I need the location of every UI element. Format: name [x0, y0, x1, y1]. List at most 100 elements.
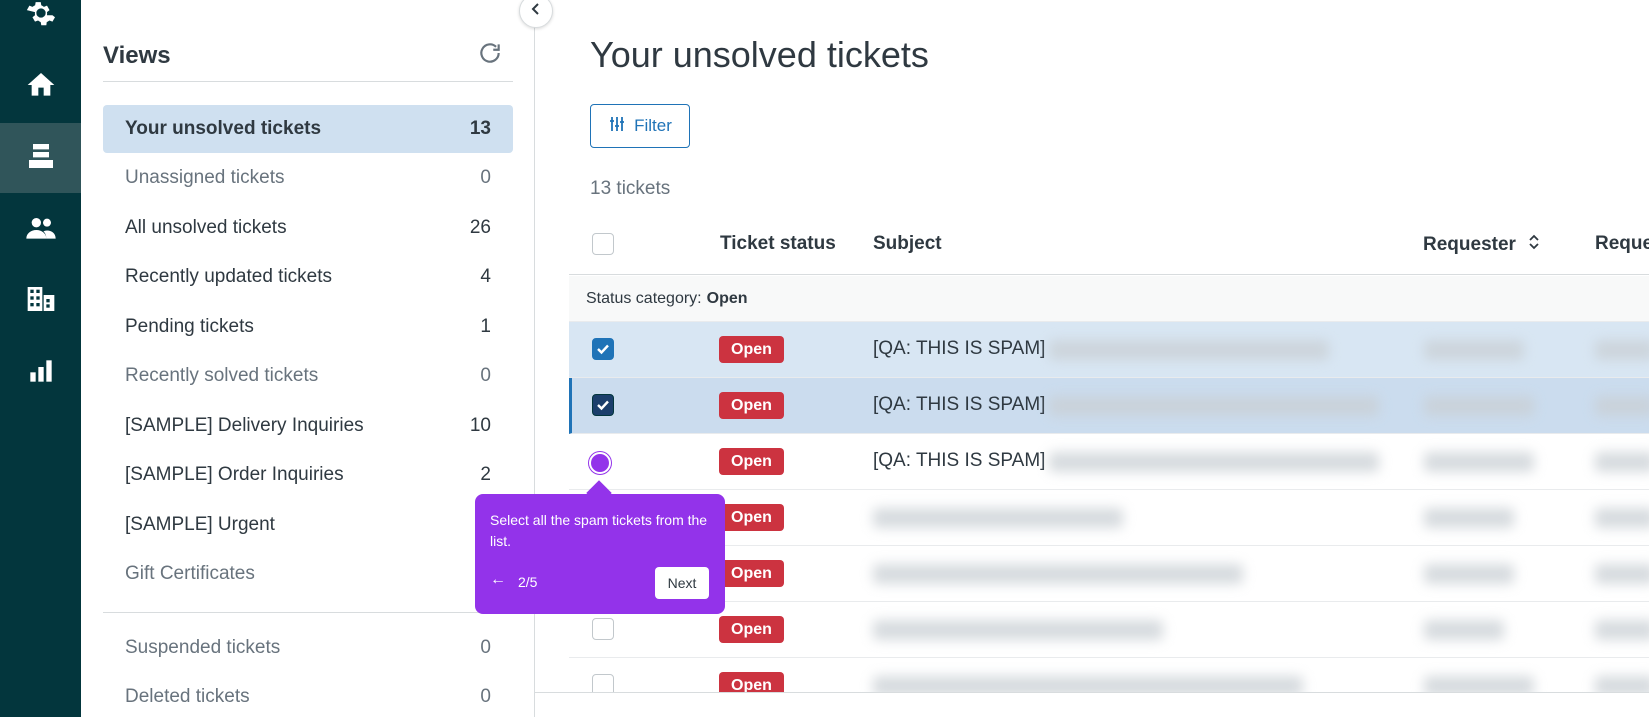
divider: [103, 612, 513, 613]
reports-icon: [25, 355, 57, 392]
column-subject[interactable]: Subject: [873, 233, 942, 255]
nav-organizations[interactable]: [0, 266, 81, 336]
users-icon: [25, 212, 57, 249]
view-pending-tickets[interactable]: Pending tickets 1: [103, 303, 513, 351]
redacted-text: [1424, 508, 1514, 528]
view-suspended-tickets[interactable]: Suspended tickets 0: [103, 624, 513, 672]
tooltip-step: 2/5: [518, 574, 538, 590]
view-label: Recently solved tickets: [125, 365, 319, 386]
ticket-subject[interactable]: [QA: THIS IS SPAM]: [873, 450, 1045, 472]
arrow-left-icon[interactable]: ←: [490, 571, 506, 589]
group-label: Status category:: [586, 289, 702, 307]
redacted-text: [1424, 396, 1534, 416]
view-all-unsolved-tickets[interactable]: All unsolved tickets 26: [103, 204, 513, 252]
redacted-text: [1595, 396, 1649, 416]
table-header: Ticket status Subject Requester Reque: [569, 218, 1649, 275]
view-label: Unassigned tickets: [125, 167, 285, 188]
table-row[interactable]: Open: [569, 546, 1649, 602]
view-recently-solved-tickets[interactable]: Recently solved tickets 0: [103, 352, 513, 400]
view-label: Deleted tickets: [125, 686, 250, 707]
redacted-text: [1049, 396, 1379, 416]
table-row[interactable]: Open [QA: THIS IS SPAM]: [569, 434, 1649, 490]
redacted-text: [1595, 564, 1649, 584]
view-label: Recently updated tickets: [125, 266, 333, 287]
filter-icon: [608, 115, 626, 138]
view-label: All unsolved tickets: [125, 217, 287, 238]
walkthrough-hotspot[interactable]: [589, 452, 611, 474]
filter-label: Filter: [634, 116, 672, 135]
chevron-left-icon: [528, 1, 544, 22]
ticket-subject[interactable]: [QA: THIS IS SPAM]: [873, 338, 1045, 360]
tickets-icon: [25, 140, 57, 177]
redacted-text: [1595, 452, 1649, 472]
status-badge: Open: [719, 336, 784, 363]
redacted-text: [1424, 676, 1534, 693]
table-row[interactable]: Open [QA: THIS IS SPAM]: [569, 322, 1649, 378]
ticket-count: 13 tickets: [590, 178, 671, 199]
redacted-text: [1424, 452, 1534, 472]
view-count: 0: [480, 167, 491, 188]
nav-settings[interactable]: [0, 0, 81, 50]
view-unassigned-tickets[interactable]: Unassigned tickets 0: [103, 154, 513, 202]
column-requester[interactable]: Requester: [1423, 233, 1541, 257]
row-checkbox[interactable]: [592, 618, 614, 640]
redacted-text: [1424, 340, 1524, 360]
table-row[interactable]: Open: [569, 490, 1649, 546]
view-label: Your unsolved tickets: [125, 118, 322, 139]
sort-icon: [1527, 233, 1541, 257]
table-row[interactable]: Open [QA: THIS IS SPAM]: [569, 378, 1649, 434]
collapse-panel-button[interactable]: [519, 0, 553, 28]
view-count: 1: [480, 316, 491, 337]
nav-reporting[interactable]: [0, 338, 81, 408]
next-button[interactable]: Next: [655, 567, 709, 599]
redacted-text: [1049, 340, 1329, 360]
view-sample-delivery-inquiries[interactable]: [SAMPLE] Delivery Inquiries 10: [103, 402, 513, 450]
divider: [535, 692, 1649, 693]
filter-button[interactable]: Filter: [590, 104, 690, 148]
ticket-subject[interactable]: [QA: THIS IS SPAM]: [873, 394, 1045, 416]
nav-tickets[interactable]: [0, 123, 81, 193]
group-header: Status category: Open: [569, 276, 1649, 322]
column-ticket-status[interactable]: Ticket status: [720, 233, 836, 255]
table-row[interactable]: Open: [569, 602, 1649, 658]
refresh-icon[interactable]: [477, 40, 503, 66]
redacted-text: [873, 676, 1303, 693]
row-checkbox[interactable]: [592, 338, 614, 360]
view-gift-certificates[interactable]: Gift Certificates: [103, 550, 513, 598]
view-label: [SAMPLE] Urgent: [125, 514, 275, 535]
view-count: 0: [480, 686, 491, 707]
walkthrough-tooltip: Select all the spam tickets from the lis…: [475, 494, 725, 614]
row-checkbox[interactable]: [592, 394, 614, 416]
view-count: 0: [480, 637, 491, 658]
views-title: Views: [103, 42, 171, 69]
view-sample-order-inquiries[interactable]: [SAMPLE] Order Inquiries 2: [103, 451, 513, 499]
column-requester-label: Requester: [1423, 234, 1516, 256]
view-label: [SAMPLE] Delivery Inquiries: [125, 415, 364, 436]
view-recently-updated-tickets[interactable]: Recently updated tickets 4: [103, 253, 513, 301]
nav-customers[interactable]: [0, 195, 81, 265]
redacted-text: [1424, 564, 1514, 584]
select-all-checkbox[interactable]: [592, 233, 614, 255]
view-count: 10: [469, 415, 491, 436]
status-badge: Open: [719, 616, 784, 643]
view-sample-urgent[interactable]: [SAMPLE] Urgent: [103, 501, 513, 549]
group-value: Open: [706, 289, 748, 307]
nav-rail: [0, 0, 81, 717]
view-deleted-tickets[interactable]: Deleted tickets 0: [103, 673, 513, 717]
redacted-text: [1595, 620, 1649, 640]
view-count: 0: [480, 365, 491, 386]
view-label: Gift Certificates: [125, 563, 255, 584]
divider: [103, 81, 513, 82]
redacted-text: [873, 564, 1243, 584]
view-count: 4: [480, 266, 491, 287]
redacted-text: [1424, 620, 1504, 640]
column-requester-updated[interactable]: Reque: [1595, 233, 1649, 255]
tooltip-text: Select all the spam tickets from the lis…: [490, 512, 708, 549]
status-badge: Open: [719, 392, 784, 419]
view-label: Pending tickets: [125, 316, 254, 337]
organizations-icon: [25, 283, 57, 320]
table-row[interactable]: Open: [569, 658, 1649, 693]
view-your-unsolved-tickets[interactable]: Your unsolved tickets 13: [103, 105, 513, 153]
nav-home[interactable]: [0, 52, 81, 122]
row-checkbox[interactable]: [592, 674, 614, 693]
